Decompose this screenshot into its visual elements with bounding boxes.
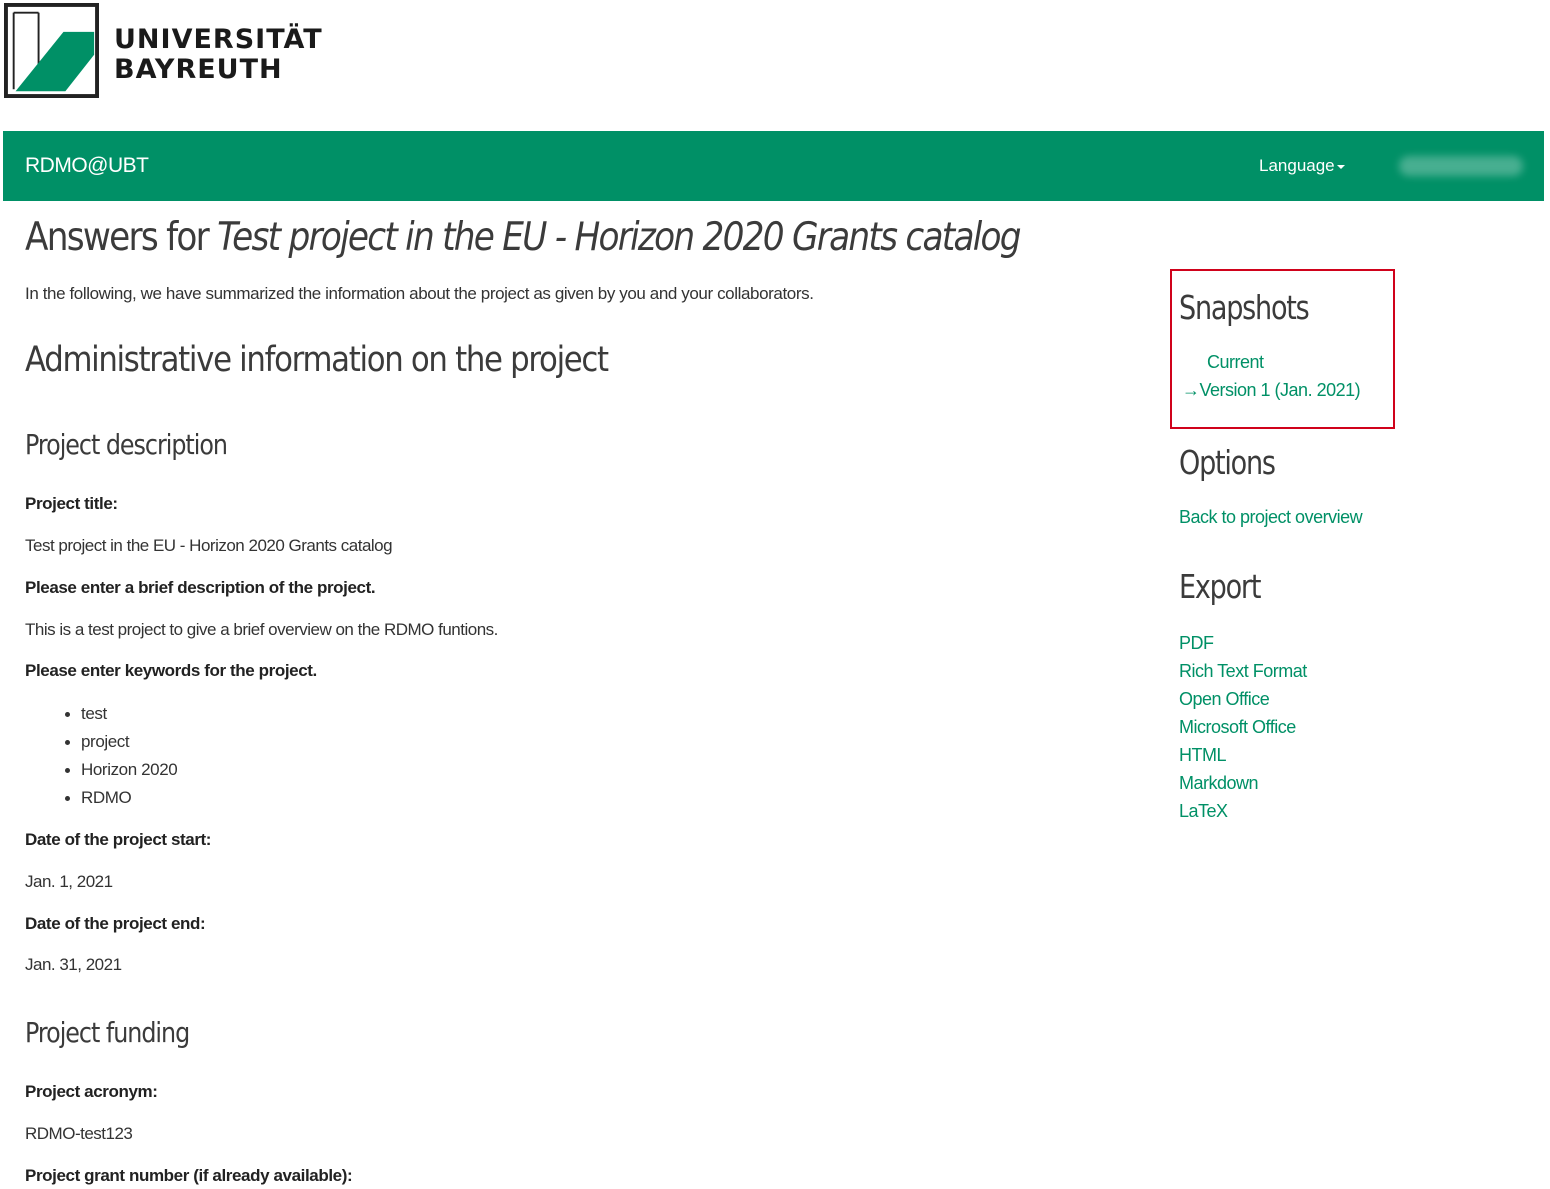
question-brief-description: Please enter a brief description of the …	[25, 578, 376, 597]
question-project-start: Date of the project start:	[25, 830, 212, 849]
snapshot-version-label: Version 1 (Jan. 2021)	[1199, 380, 1361, 400]
question-project-end: Date of the project end:	[25, 914, 206, 933]
keywords-list: test project Horizon 2020 RDMO	[25, 700, 178, 812]
list-item: Horizon 2020	[64, 756, 178, 784]
question-grant-number: Project grant number (if already availab…	[25, 1166, 353, 1185]
logo-line-1: UNIVERSITÄT	[114, 24, 323, 55]
question-keywords: Please enter keywords for the project.	[25, 661, 317, 680]
question-project-title: Project title:	[25, 494, 118, 513]
subsection-project-description: Project description	[25, 428, 228, 461]
main-content: Answers for Test project in the EU - Hor…	[25, 212, 1125, 1185]
answer-project-acronym: RDMO-test123	[25, 1124, 133, 1143]
list-item: test	[64, 700, 177, 728]
subsection-project-funding: Project funding	[25, 1016, 190, 1049]
language-dropdown[interactable]: Language	[1259, 131, 1345, 201]
snapshot-current-link[interactable]: Current	[1207, 352, 1264, 373]
back-to-project-overview-link[interactable]: Back to project overview	[1179, 507, 1363, 528]
caret-down-icon	[1336, 164, 1345, 169]
answer-project-end: Jan. 31, 2021	[25, 955, 122, 974]
university-logo[interactable]: UNIVERSITÄT BAYREUTH	[4, 3, 323, 98]
options-heading: Options	[1179, 443, 1276, 482]
answer-brief-description: This is a test project to give a brief o…	[25, 620, 498, 639]
navbar-brand-link[interactable]: RDMO@UBT	[25, 131, 149, 201]
export-html-link[interactable]: HTML	[1179, 745, 1227, 766]
university-logo-text: UNIVERSITÄT BAYREUTH	[114, 25, 323, 85]
list-item: RDMO	[64, 784, 177, 812]
intro-text: In the following, we have summarized the…	[25, 284, 814, 303]
export-pdf-link[interactable]: PDF	[1179, 633, 1214, 654]
top-navbar: RDMO@UBT Language	[3, 131, 1544, 201]
export-rtf-link[interactable]: Rich Text Format	[1179, 661, 1307, 682]
university-logo-mark-icon	[4, 3, 99, 98]
export-microsoft-office-link[interactable]: Microsoft Office	[1179, 717, 1296, 738]
answer-project-start: Jan. 1, 2021	[25, 872, 113, 891]
user-menu-blurred[interactable]	[1399, 156, 1523, 176]
answer-project-title: Test project in the EU - Horizon 2020 Gr…	[25, 536, 393, 555]
list-item: project	[64, 728, 177, 756]
page-title-prefix: Answers for	[25, 215, 218, 260]
language-label: Language	[1259, 156, 1335, 175]
page-title: Answers for Test project in the EU - Hor…	[25, 212, 1022, 264]
page-title-project: Test project in the EU - Horizon 2020 Gr…	[217, 215, 1021, 260]
export-heading: Export	[1179, 567, 1261, 606]
page: UNIVERSITÄT BAYREUTH RDMO@UBT Language A…	[0, 0, 1550, 1189]
snapshot-version-1[interactable]: →Version 1 (Jan. 2021)	[1182, 380, 1361, 401]
export-open-office-link[interactable]: Open Office	[1179, 689, 1270, 710]
question-project-acronym: Project acronym:	[25, 1082, 158, 1101]
arrow-right-icon: →	[1182, 380, 1200, 400]
export-latex-link[interactable]: LaTeX	[1179, 801, 1228, 822]
export-markdown-link[interactable]: Markdown	[1179, 773, 1259, 794]
section-title: Administrative information on the projec…	[25, 340, 609, 380]
logo-line-2: BAYREUTH	[114, 54, 283, 85]
snapshots-heading: Snapshots	[1179, 288, 1310, 327]
